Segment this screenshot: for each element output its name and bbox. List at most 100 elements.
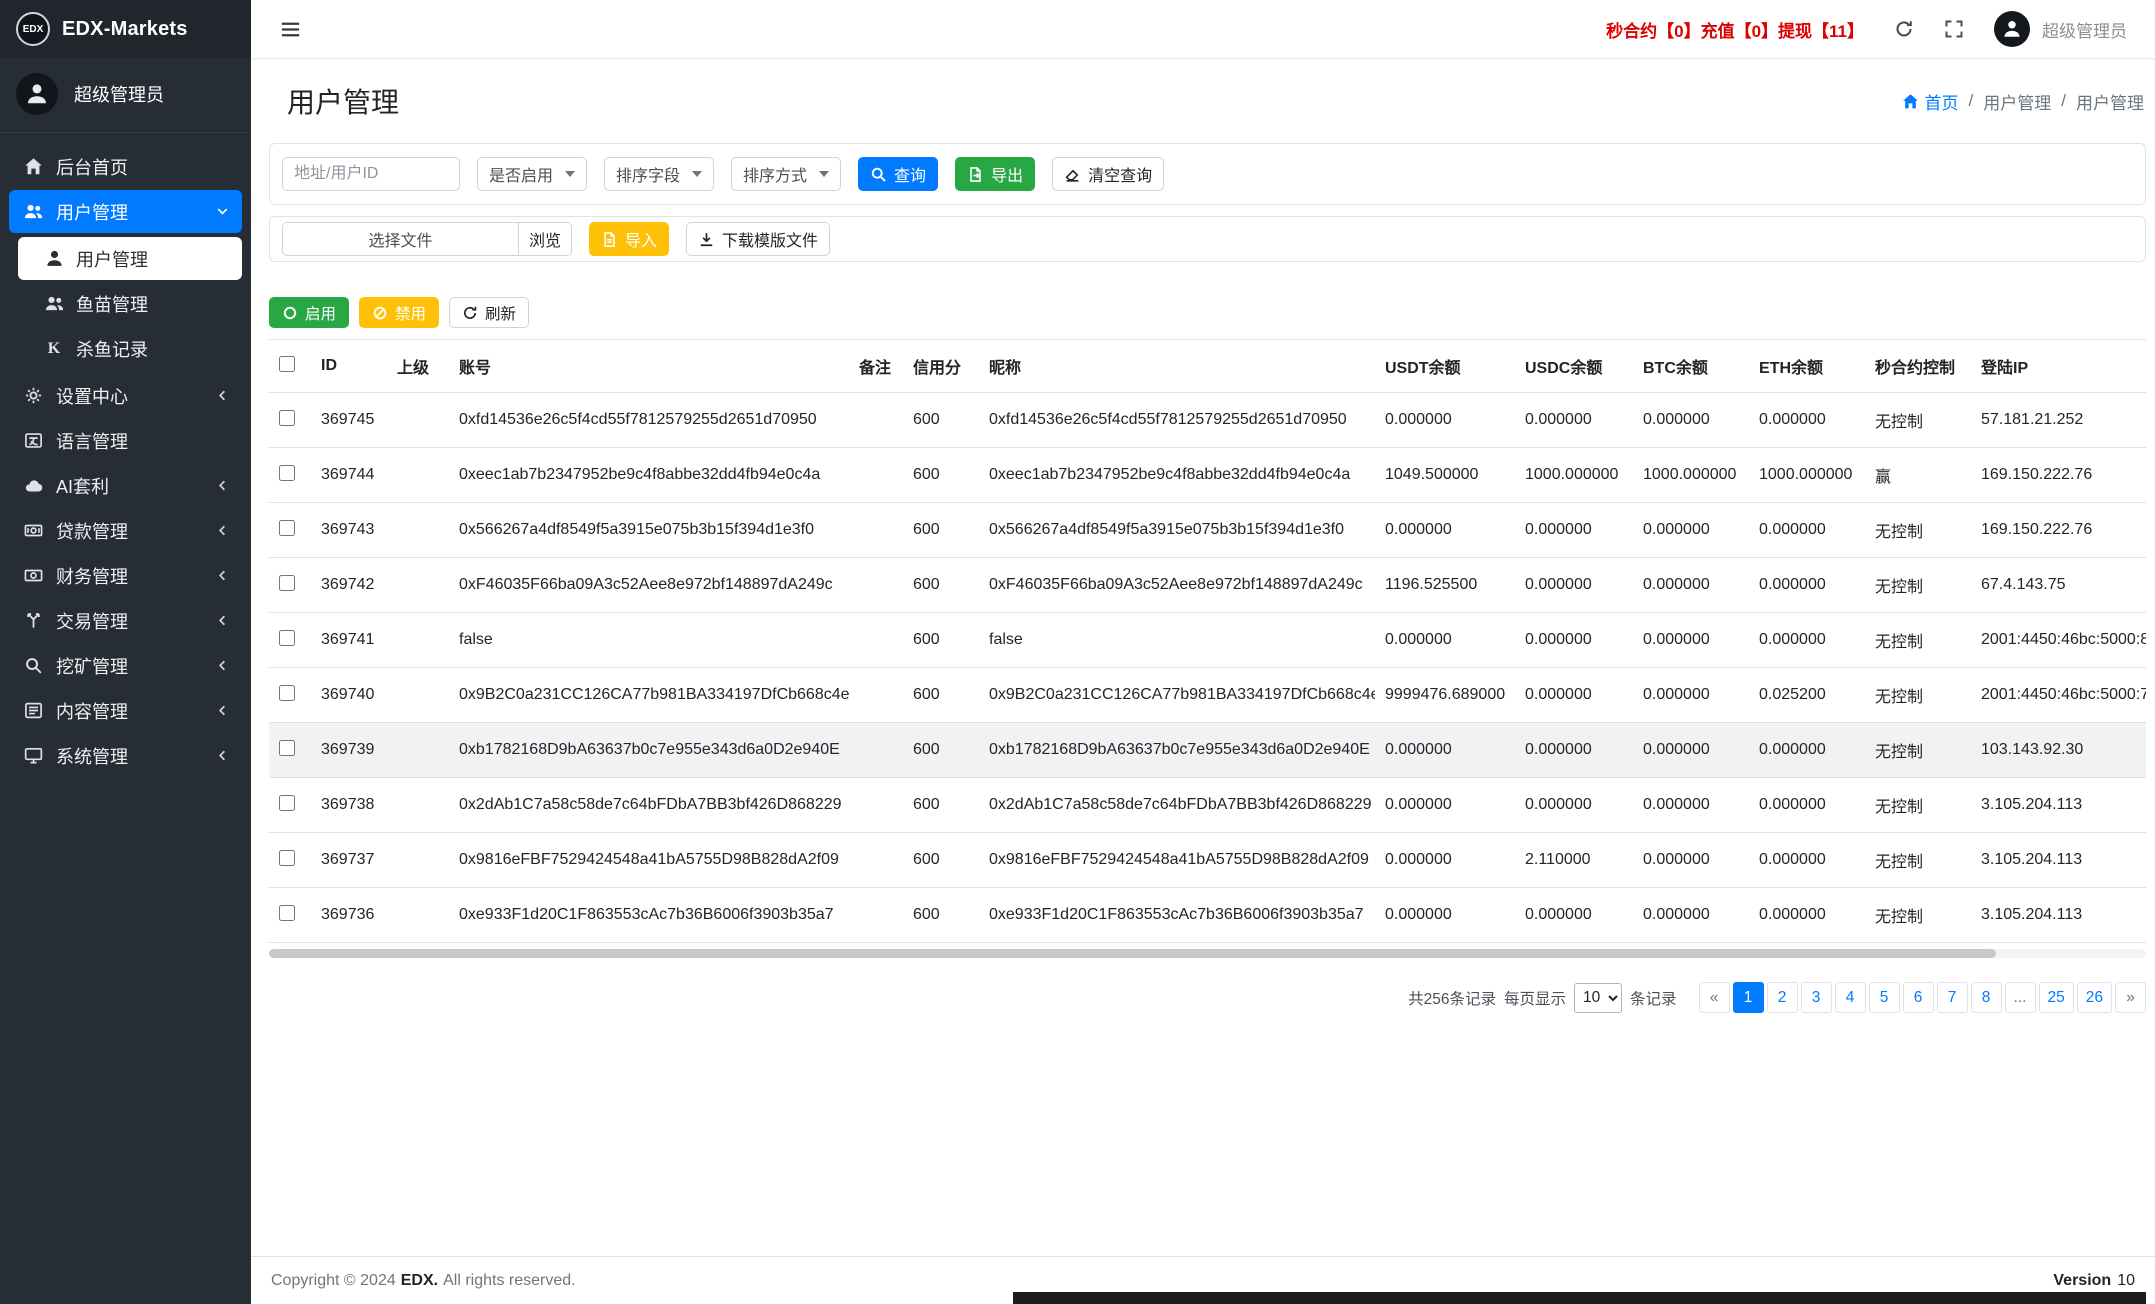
row-checkbox[interactable]: [279, 465, 295, 481]
table-header-row: ID上级账号备注信用分昵称USDT余额USDC余额BTC余额ETH余额秒合约控制…: [269, 340, 2146, 393]
cell-id: 369738: [311, 778, 387, 833]
sidebar-item-language-management[interactable]: 语言管理: [9, 419, 242, 462]
file-input[interactable]: 选择文件 浏览: [282, 222, 572, 256]
user-avatar-icon: [1994, 11, 2030, 47]
sidebar-item-ai-arbitrage[interactable]: AI套利: [9, 464, 242, 507]
cell-note: [849, 778, 903, 833]
column-header-11: 秒合约控制: [1865, 340, 1971, 393]
sidebar-user-name: 超级管理员: [74, 81, 164, 107]
horizontal-scrollbar-thumb[interactable]: [269, 949, 1996, 958]
sidebar-item-label: 后台首页: [56, 154, 128, 180]
cell-usdt: 0.000000: [1375, 888, 1515, 943]
cell-usdt: 0.000000: [1375, 778, 1515, 833]
import-button[interactable]: 导入: [589, 222, 669, 256]
cell-parent: [387, 558, 449, 613]
cell-control: 无控制: [1865, 778, 1971, 833]
pagination-bar: 共256条记录 每页显示 10 条记录 «12345678...2526»: [269, 982, 2146, 1013]
page-button-8[interactable]: 8: [1971, 982, 2002, 1013]
sidebar-item-mining-management[interactable]: 挖矿管理: [9, 644, 242, 687]
page-button-26[interactable]: 26: [2077, 982, 2112, 1013]
refresh-list-button[interactable]: 刷新: [449, 297, 529, 328]
table-row: 3697430x566267a4df8549f5a3915e075b3b15f3…: [269, 503, 2146, 558]
sidebar-subitem-label: 杀鱼记录: [76, 336, 148, 362]
page-prev-button[interactable]: «: [1699, 982, 1730, 1013]
download-icon: [698, 231, 715, 248]
row-checkbox[interactable]: [279, 905, 295, 921]
page-button-5[interactable]: 5: [1869, 982, 1900, 1013]
cell-btc: 0.000000: [1633, 778, 1749, 833]
chevron-down-icon: [215, 204, 230, 219]
sidebar-item-loan-management[interactable]: 贷款管理: [9, 509, 242, 552]
brand[interactable]: EDX EDX-Markets: [0, 0, 251, 58]
table-row: 3697440xeec1ab7b2347952be9c4f8abbe32dd4f…: [269, 448, 2146, 503]
enabled-filter-select[interactable]: 是否启用: [477, 157, 587, 191]
sidebar-toggle-icon[interactable]: [279, 18, 302, 41]
search-icon: [870, 166, 887, 183]
cell-usdt: 0.000000: [1375, 613, 1515, 668]
sidebar-subitem-user-management[interactable]: 用户管理: [18, 237, 242, 280]
cell-btc: 0.000000: [1633, 668, 1749, 723]
sidebar-item-label: 内容管理: [56, 698, 128, 724]
export-button[interactable]: 导出: [955, 157, 1035, 191]
refresh-icon[interactable]: [1894, 19, 1914, 39]
row-checkbox[interactable]: [279, 575, 295, 591]
page-button-6[interactable]: 6: [1903, 982, 1934, 1013]
cell-usdt: 0.000000: [1375, 393, 1515, 448]
per-page-select[interactable]: 10: [1574, 983, 1622, 1013]
chevron-left-icon: [215, 388, 230, 403]
sidebar-subitem-fry-management[interactable]: 鱼苗管理: [18, 282, 242, 325]
cell-btc: 0.000000: [1633, 833, 1749, 888]
column-header-9: BTC余额: [1633, 340, 1749, 393]
cell-ip: 3.105.204.113: [1971, 888, 2146, 943]
sidebar-item-content-management[interactable]: 内容管理: [9, 689, 242, 732]
user-menu[interactable]: 超级管理员: [1994, 11, 2127, 47]
home-icon: [23, 157, 43, 176]
filter-card: 是否启用 排序字段 排序方式 查询 导出: [269, 143, 2146, 205]
sidebar-item-label: 交易管理: [56, 608, 128, 634]
row-checkbox[interactable]: [279, 410, 295, 426]
enable-button[interactable]: 启用: [269, 297, 349, 328]
row-checkbox[interactable]: [279, 740, 295, 756]
download-template-button[interactable]: 下载模版文件: [686, 222, 830, 256]
breadcrumb-home-link[interactable]: 首页: [1902, 89, 1959, 114]
query-button[interactable]: 查询: [858, 157, 938, 191]
row-checkbox[interactable]: [279, 850, 295, 866]
row-checkbox[interactable]: [279, 630, 295, 646]
browse-button[interactable]: 浏览: [518, 223, 571, 255]
disable-button[interactable]: 禁用: [359, 297, 439, 328]
table-row: 3697450xfd14536e26c5f4cd55f7812579255d26…: [269, 393, 2146, 448]
sort-field-select[interactable]: 排序字段: [604, 157, 714, 191]
cell-control: 无控制: [1865, 558, 1971, 613]
cell-credit: 600: [903, 558, 979, 613]
row-checkbox[interactable]: [279, 685, 295, 701]
cell-eth: 0.000000: [1749, 558, 1865, 613]
page-button-2[interactable]: 2: [1767, 982, 1798, 1013]
sidebar-item-user-management[interactable]: 用户管理: [9, 190, 242, 233]
page-button-7[interactable]: 7: [1937, 982, 1968, 1013]
column-header-7: USDT余额: [1375, 340, 1515, 393]
sidebar-item-settings-center[interactable]: 设置中心: [9, 374, 242, 417]
sidebar-item-dashboard[interactable]: 后台首页: [9, 145, 242, 188]
cell-credit: 600: [903, 448, 979, 503]
fullscreen-icon[interactable]: [1944, 19, 1964, 39]
clear-query-button[interactable]: 清空查询: [1052, 157, 1164, 191]
row-checkbox[interactable]: [279, 795, 295, 811]
sidebar-item-system-management[interactable]: 系统管理: [9, 734, 242, 777]
page-button-4[interactable]: 4: [1835, 982, 1866, 1013]
page-button-3[interactable]: 3: [1801, 982, 1832, 1013]
cell-control: 无控制: [1865, 503, 1971, 558]
sidebar-subitem-kill-record[interactable]: K 杀鱼记录: [18, 327, 242, 370]
cell-nickname: 0xe933F1d20C1F863553cAc7b36B6006f3903b35…: [979, 888, 1375, 943]
sort-order-select[interactable]: 排序方式: [731, 157, 841, 191]
per-page-suffix: 条记录: [1630, 987, 1677, 1009]
page-next-button[interactable]: »: [2115, 982, 2146, 1013]
cell-note: [849, 668, 903, 723]
search-input[interactable]: [282, 157, 460, 191]
page-ellipsis[interactable]: ...: [2005, 982, 2036, 1013]
sidebar-item-trade-management[interactable]: 交易管理: [9, 599, 242, 642]
row-checkbox[interactable]: [279, 520, 295, 536]
page-button-1[interactable]: 1: [1733, 982, 1764, 1013]
select-all-checkbox[interactable]: [279, 356, 295, 372]
sidebar-item-finance-management[interactable]: 财务管理: [9, 554, 242, 597]
page-button-25[interactable]: 25: [2039, 982, 2074, 1013]
